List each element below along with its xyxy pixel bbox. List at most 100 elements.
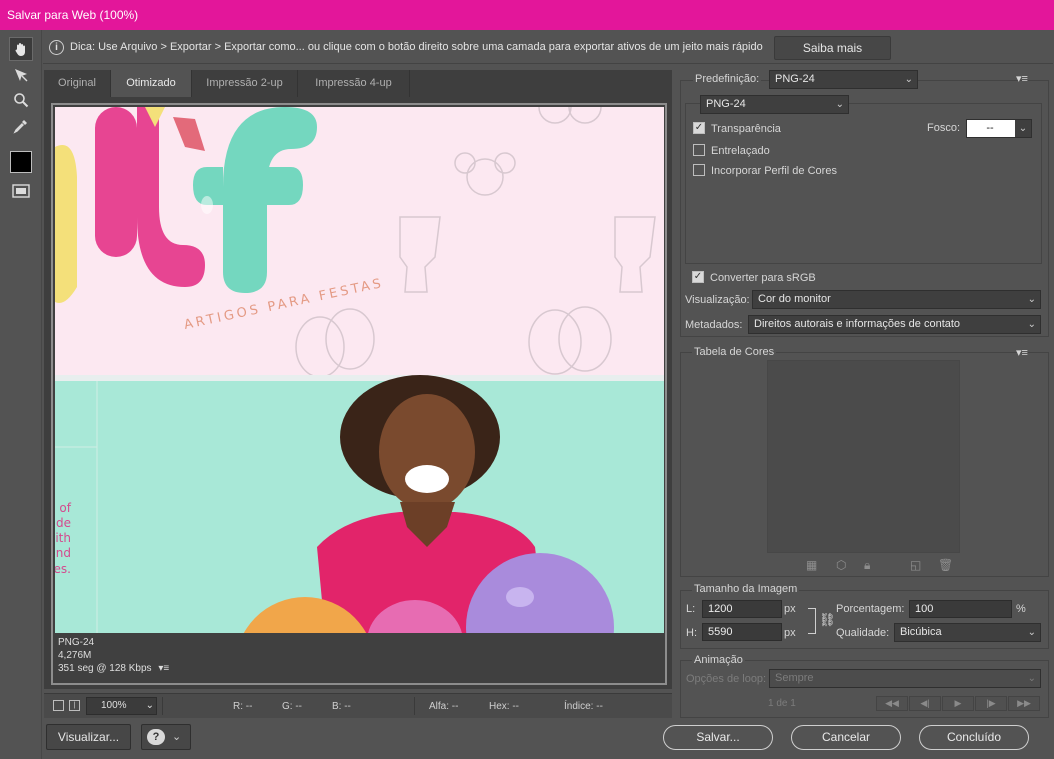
web-shift-icon[interactable]: ⬡ (836, 558, 846, 572)
width-input[interactable]: 1200 (702, 600, 782, 618)
width-label: L: (686, 603, 696, 615)
convert-srgb-checkbox[interactable]: ✓ (692, 271, 704, 283)
metadata-select[interactable]: Direitos autorais e informações de conta… (748, 315, 1041, 334)
first-frame-icon[interactable]: ◀◀ (876, 696, 908, 711)
browser-select-button[interactable]: ? ⌄ (141, 724, 191, 750)
matte-select[interactable]: -- ⌄ (966, 119, 1032, 138)
format-select[interactable]: PNG-24 ⌄ (700, 95, 849, 114)
done-button[interactable]: Concluído (919, 725, 1029, 750)
eyedropper-icon[interactable] (9, 114, 33, 138)
next-frame-icon[interactable]: |▶ (975, 696, 1007, 711)
format-value: PNG-24 (706, 98, 746, 110)
slice-select-icon[interactable] (9, 63, 33, 87)
chevron-down-icon: ⌄ (835, 99, 844, 110)
preview-image[interactable]: ARTIGOS PARA FESTAS ofdelithndes. (55, 107, 664, 633)
chevron-down-icon: ⌄ (145, 700, 154, 711)
tool-strip (0, 30, 42, 759)
cancel-button[interactable]: Cancelar (791, 725, 901, 750)
last-frame-icon[interactable]: ▶▶ (1008, 696, 1040, 711)
trash-icon[interactable]: 🗑︎ (938, 558, 953, 572)
preview-mode-label: Visualização: (685, 294, 750, 306)
color-table-swatches[interactable] (767, 360, 960, 553)
embed-profile-label: Incorporar Perfil de Cores (711, 165, 837, 177)
tab-original[interactable]: Original (44, 70, 111, 97)
preview-size: 4,276M (58, 650, 92, 661)
hex-value: Hex: -- (489, 701, 519, 712)
quality-value: Bicúbica (900, 626, 942, 638)
artwork-side-text: nd (56, 546, 71, 560)
chevron-down-icon: ⌄ (1027, 294, 1036, 305)
preset-select[interactable]: PNG-24 ⌄ (769, 70, 918, 89)
preview-pane: ARTIGOS PARA FESTAS ofdelithndes. (51, 103, 667, 685)
play-icon[interactable]: ▶ (942, 696, 974, 711)
matte-value: -- (986, 122, 994, 134)
percent-unit: % (1016, 603, 1026, 615)
zoom-icon[interactable] (9, 88, 33, 112)
link-icon[interactable]: ⛓︎ (819, 612, 836, 628)
preview-mode-value: Cor do monitor (758, 293, 831, 305)
save-button[interactable]: Salvar... (663, 725, 773, 750)
preview-format: PNG-24 (58, 637, 95, 648)
chevron-down-icon: ⌄ (1027, 673, 1036, 684)
window-title: Salvar para Web (100%) (7, 8, 139, 22)
tab-2-up[interactable]: Impressão 2-up (192, 70, 298, 97)
red-value: R: -- (233, 701, 253, 712)
info-icon: i (49, 40, 64, 55)
percent-input[interactable]: 100 (909, 600, 1012, 618)
tip-text: Dica: Use Arquivo > Exportar > Exportar … (70, 41, 763, 53)
status-divider (162, 697, 163, 715)
browser-icon: ? (147, 729, 165, 745)
embed-profile-checkbox[interactable] (693, 164, 705, 176)
preview-mode-select[interactable]: Cor do monitor ⌄ (752, 290, 1041, 309)
loop-options-select[interactable]: Sempre ⌄ (769, 669, 1041, 688)
green-value: G: -- (282, 701, 302, 712)
artwork-side-text: de (56, 516, 71, 530)
height-input[interactable]: 5590 (702, 623, 782, 641)
transparency-checkbox[interactable]: ✓ (693, 122, 705, 134)
percent-label: Porcentagem: (836, 603, 905, 615)
preview-time-text: 351 seg @ 128 Kbps (58, 663, 152, 674)
settings-menu-icon[interactable]: ▾≡ (1016, 72, 1028, 85)
width-unit: px (784, 603, 796, 615)
lock-icon[interactable]: 🔒︎ (864, 558, 870, 573)
learn-more-button[interactable]: Saiba mais (774, 36, 891, 60)
chevron-down-icon: ⌄ (904, 74, 913, 85)
chevron-down-icon: ⌄ (1015, 120, 1031, 137)
chevron-down-icon: ⌄ (172, 731, 182, 743)
artwork-side-text: of (59, 501, 71, 515)
zoom-in-box[interactable]: | (69, 700, 80, 711)
toggle-slices-icon[interactable] (9, 179, 33, 203)
artwork-side-text: es. (55, 562, 71, 576)
convert-srgb-label: Converter para sRGB (710, 272, 816, 284)
map-transparency-icon[interactable]: ▦ (806, 558, 817, 572)
chevron-down-icon: ⌄ (1027, 627, 1036, 638)
tip-bar: i Dica: Use Arquivo > Exportar > Exporta… (43, 32, 1053, 64)
preview-info: PNG-24 4,276M 351 seg @ 128 Kbps ▾≡ (58, 636, 169, 675)
eyedropper-color-swatch[interactable] (10, 151, 32, 173)
constrain-bracket (808, 608, 816, 634)
hand-icon[interactable] (9, 37, 33, 61)
color-table-menu-icon[interactable]: ▾≡ (1016, 346, 1028, 359)
tab-4-up[interactable]: Impressão 4-up (298, 70, 410, 97)
download-rate-menu-icon[interactable]: ▾≡ (158, 663, 169, 674)
new-color-icon[interactable]: ◱ (910, 558, 921, 572)
preview-time: 351 seg @ 128 Kbps ▾≡ (58, 662, 169, 675)
index-value: Índice: -- (564, 701, 603, 712)
interlaced-checkbox[interactable] (693, 144, 705, 156)
zoom-out-box[interactable] (53, 700, 64, 711)
status-bar: | 100% ⌄ R: -- G: -- B: -- Alfa: -- Hex: … (44, 693, 672, 718)
view-tabs: Original Otimizado Impressão 2-up Impres… (44, 70, 672, 97)
status-divider (414, 697, 415, 715)
window-title-bar: Salvar para Web (100%) (0, 0, 1054, 30)
preset-label: Predefinição: (693, 73, 762, 85)
preview-in-browser-button[interactable]: Visualizar... (46, 724, 131, 750)
interlaced-label: Entrelaçado (711, 145, 770, 157)
tab-optimized[interactable]: Otimizado (111, 70, 192, 97)
previous-frame-icon[interactable]: ◀| (909, 696, 941, 711)
animation-title: Animação (692, 654, 745, 666)
zoom-select[interactable]: 100% ⌄ (86, 697, 157, 715)
loop-options-label: Opções de loop: (686, 673, 767, 685)
image-size-title: Tamanho da Imagem (692, 583, 800, 595)
quality-select[interactable]: Bicúbica ⌄ (894, 623, 1041, 642)
preview-area: ARTIGOS PARA FESTAS ofdelithndes. (44, 97, 672, 689)
